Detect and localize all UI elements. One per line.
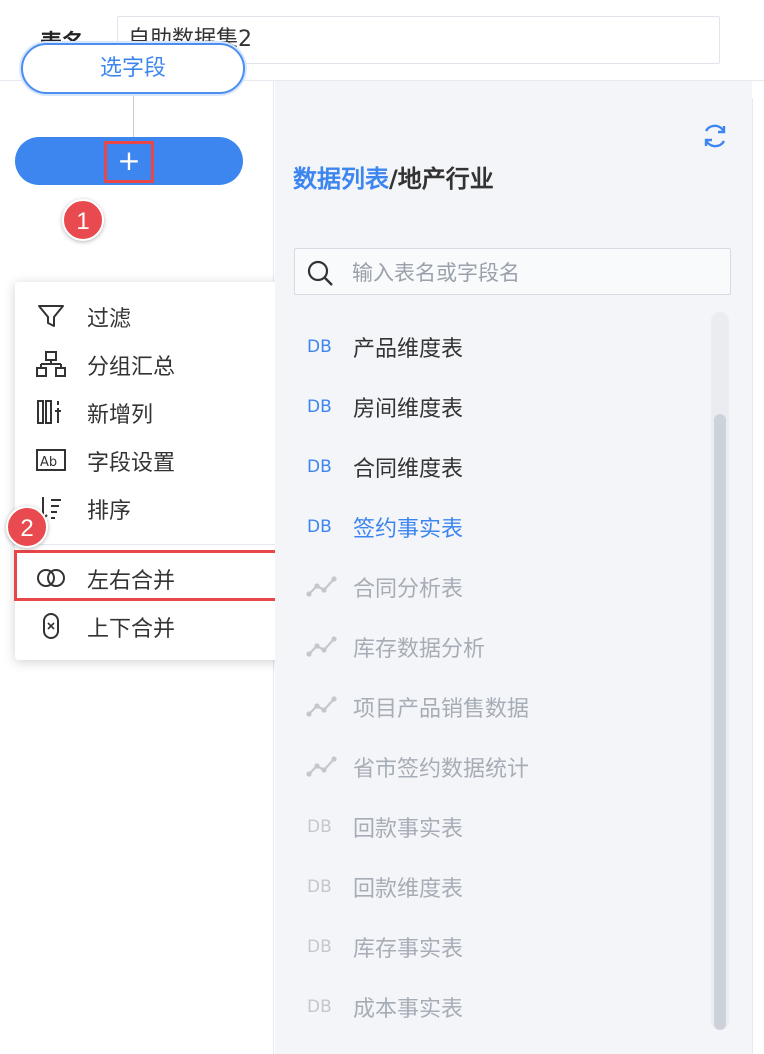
group-summary-icon [36,351,66,377]
svg-text:DB: DB [307,997,332,1017]
table-list-item[interactable]: DB 回款事实表 [305,807,705,847]
data-list-title: 数据列表/地产行业 [293,159,494,194]
menu-item-label: 过滤 [87,307,132,332]
svg-text:DB: DB [307,877,332,897]
table-list-item-label: 房间维度表 [353,397,464,422]
resize-handle[interactable]: ⋮ [757,565,764,596]
menu-divider [15,544,295,545]
table-list-item[interactable]: 库存数据分析 [305,627,705,667]
database-icon: DB [307,517,332,537]
analysis-table-icon [306,576,337,597]
menu-item-label: 分组汇总 [87,355,176,380]
svg-text:DB: DB [307,517,332,537]
analysis-table-icon [306,636,337,657]
scrollbar-thumb[interactable] [714,414,726,1030]
search-icon [307,260,333,286]
database-icon: DB [307,337,332,357]
table-list-item[interactable]: 合同分析表 [305,567,705,607]
select-fields-node[interactable]: 选字段 [21,43,245,94]
add-step-menu: 过滤 分组汇总 新增列 Ab 字段设置 排序 左右合并 上下合并 [15,282,295,660]
menu-item-label: 上下合并 [87,617,176,642]
database-icon: DB [307,937,332,957]
table-list-item[interactable]: DB 产品维度表 [305,327,705,367]
table-list-item-label: 合同维度表 [353,457,464,482]
svg-text:DB: DB [307,937,332,957]
menu-item-label: 字段设置 [87,451,176,476]
database-icon: DB [307,457,332,477]
data-list-title-link[interactable]: 数据列表 [293,165,389,193]
filter-icon [38,305,64,327]
table-list-item-label: 项目产品销售数据 [353,697,530,722]
table-list-item[interactable]: DB 回款维度表 [305,867,705,907]
menu-item-merge-vertical[interactable]: 上下合并 [15,604,295,648]
step-badge-2: 2 [6,506,48,548]
table-list-item[interactable]: 省市签约数据统计 [305,747,705,787]
table-list-item-label: 库存事实表 [353,937,464,962]
merge-vertical-icon [43,613,59,639]
database-icon: DB [307,877,332,897]
table-list-item[interactable]: DB 签约事实表 [305,507,705,547]
menu-item-sort[interactable]: 排序 [15,486,295,530]
menu-item-label: 新增列 [87,403,154,428]
analysis-table-icon [306,756,337,777]
table-list-item-label: 回款维度表 [353,877,464,902]
step-badge-1: 1 [62,199,104,241]
menu-item-label: 排序 [87,499,132,524]
table-list-item[interactable]: DB 成本事实表 [305,987,705,1027]
table-list-item-label: 产品维度表 [353,337,464,362]
database-icon: DB [307,997,332,1017]
svg-text:DB: DB [307,457,332,477]
table-list-item-label: 省市签约数据统计 [353,757,530,782]
table-list-item-label: 合同分析表 [353,577,464,602]
menu-item-add-column[interactable]: 新增列 [15,390,295,434]
table-list-item[interactable]: DB 库存事实表 [305,927,705,967]
field-settings-icon: Ab [36,449,66,471]
database-icon: DB [307,397,332,417]
table-list-item-label: 签约事实表 [353,517,464,542]
table-list-item-label: 回款事实表 [353,817,464,842]
plus-icon[interactable]: + [117,146,141,176]
flow-connector [133,96,134,138]
table-list-item[interactable]: 项目产品销售数据 [305,687,705,727]
add-column-icon [37,400,61,424]
refresh-icon[interactable] [701,122,729,150]
svg-text:DB: DB [307,397,332,417]
database-icon: DB [307,817,332,837]
menu-item-filter[interactable]: 过滤 [15,294,295,338]
merge-highlight [14,550,299,601]
svg-text:Ab: Ab [40,455,57,470]
table-list-item-label: 库存数据分析 [353,637,486,662]
table-list-item[interactable]: DB 合同维度表 [305,447,705,487]
panel-divider [752,98,753,1054]
search-placeholder: 输入表名或字段名 [352,261,520,285]
table-list-item[interactable]: DB 房间维度表 [305,387,705,427]
svg-text:DB: DB [307,817,332,837]
menu-item-field-settings[interactable]: Ab 字段设置 [15,438,295,482]
menu-item-group-summary[interactable]: 分组汇总 [15,342,295,386]
svg-text:DB: DB [307,337,332,357]
data-list-title-category: /地产行业 [389,165,494,193]
table-list-item-label: 成本事实表 [353,997,464,1022]
search-input[interactable]: 输入表名或字段名 [294,248,731,295]
analysis-table-icon [306,696,337,717]
